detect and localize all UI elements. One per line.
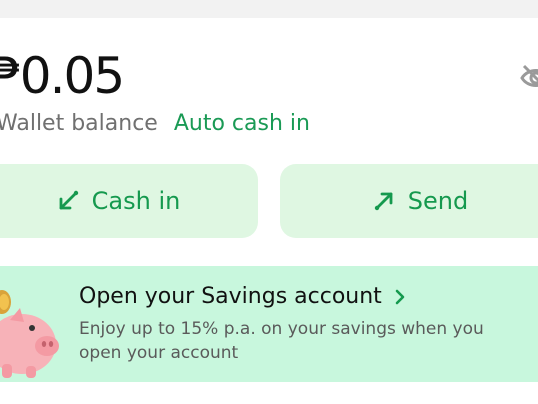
savings-title[interactable]: Open your Savings account xyxy=(79,284,406,309)
cash-in-label: Cash in xyxy=(91,187,181,215)
savings-title-text: Open your Savings account xyxy=(79,284,382,309)
arrow-down-left-icon xyxy=(59,190,78,210)
arrow-up-right-icon xyxy=(374,192,393,211)
chevron-right-icon xyxy=(395,289,405,304)
wallet-balance: ₱0.05 xyxy=(0,47,125,105)
send-button[interactable]: Send xyxy=(280,164,538,238)
send-label: Send xyxy=(407,187,469,215)
savings-description: Enjoy up to 15% p.a. on your savings whe… xyxy=(79,319,484,363)
auto-cash-in-link[interactable]: Auto cash in xyxy=(174,111,310,136)
eye-hidden-icon[interactable] xyxy=(518,60,538,96)
balance-label-row: Wallet balance Auto cash in xyxy=(0,108,310,138)
cash-in-button[interactable]: Cash in xyxy=(0,164,258,238)
wallet-balance-label: Wallet balance xyxy=(0,110,158,136)
piggy-bank-icon xyxy=(0,290,59,378)
